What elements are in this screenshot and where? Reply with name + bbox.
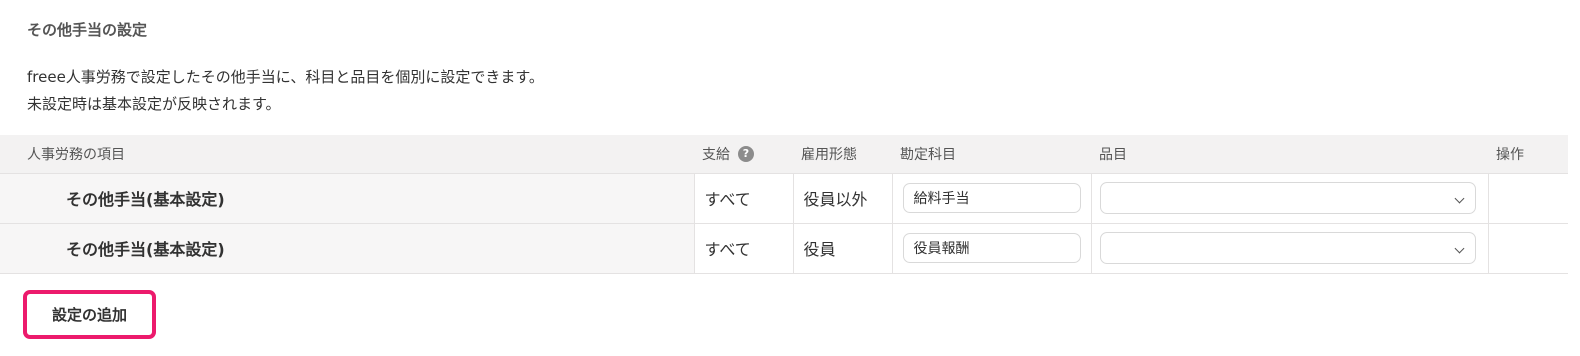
chevron-down-icon bbox=[1454, 243, 1464, 254]
header-employment: 雇用形態 bbox=[793, 135, 892, 174]
table-row: その他手当(基本設定) すべて 役員以外 bbox=[0, 173, 1568, 224]
allowance-table: 人事労務の項目 支給? 雇用形態 勘定科目 品目 操作 その他手当(基本設定) … bbox=[0, 135, 1568, 274]
question-circle-icon[interactable]: ? bbox=[738, 145, 754, 162]
header-payment: 支給? bbox=[694, 135, 793, 174]
row-product-cell bbox=[1090, 223, 1488, 274]
row-item-name: その他手当(基本設定) bbox=[0, 223, 694, 274]
header-item: 人事労務の項目 bbox=[0, 135, 694, 174]
row-product-cell bbox=[1090, 173, 1488, 224]
chevron-down-icon bbox=[1454, 193, 1464, 204]
row-payment: すべて bbox=[693, 173, 793, 224]
account-input[interactable] bbox=[902, 233, 1081, 263]
row-operation bbox=[1487, 173, 1568, 224]
section-description: freee人事労務で設定したその他手当に、科目と品目を個別に設定できます。 未設… bbox=[27, 64, 544, 118]
description-line-1: freee人事労務で設定したその他手当に、科目と品目を個別に設定できます。 bbox=[27, 68, 544, 86]
header-product: 品目 bbox=[1091, 135, 1488, 174]
row-item-name: その他手当(基本設定) bbox=[0, 173, 694, 224]
add-setting-button[interactable]: 設定の追加 bbox=[23, 290, 156, 339]
row-account-cell bbox=[891, 173, 1091, 224]
header-operation: 操作 bbox=[1488, 135, 1568, 174]
other-allowance-settings: その他手当の設定 freee人事労務で設定したその他手当に、科目と品目を個別に設… bbox=[0, 0, 1580, 356]
row-employment: 役員以外 bbox=[792, 173, 892, 224]
description-line-2: 未設定時は基本設定が反映されます。 bbox=[27, 95, 281, 113]
row-account-cell bbox=[891, 223, 1091, 274]
row-employment: 役員 bbox=[792, 223, 892, 274]
table-row: その他手当(基本設定) すべて 役員 bbox=[0, 223, 1568, 274]
row-payment: すべて bbox=[693, 223, 793, 274]
header-payment-label: 支給 bbox=[702, 146, 730, 163]
table-header-row: 人事労務の項目 支給? 雇用形態 勘定科目 品目 操作 bbox=[0, 135, 1568, 174]
product-select[interactable] bbox=[1099, 182, 1476, 214]
section-title: その他手当の設定 bbox=[27, 21, 148, 39]
header-account: 勘定科目 bbox=[892, 135, 1091, 174]
account-input[interactable] bbox=[902, 183, 1081, 213]
product-select[interactable] bbox=[1099, 232, 1476, 264]
row-operation bbox=[1487, 223, 1568, 274]
